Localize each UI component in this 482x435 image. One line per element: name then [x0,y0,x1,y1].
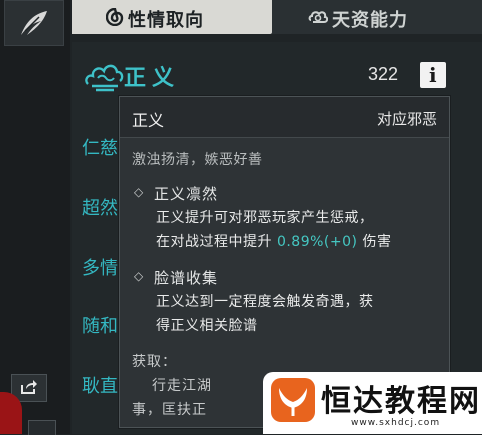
trait-item[interactable]: 多情 [82,254,118,280]
tab-talent[interactable]: 天资能力 [272,0,482,34]
tooltip-description: 激浊扬清，嫉恶好善 [132,152,263,168]
avatar[interactable] [4,0,64,46]
whale-tail-icon [279,388,307,416]
line-text: 在对战过程中提升 [156,234,277,250]
diamond-bullet-icon: ◇ [134,185,144,199]
acquire-label: 获取： [132,354,177,370]
watermark: 恒达教程网 www.sxhdcj.com [263,372,482,434]
tooltip-header: 正义 对应邪恶 [120,97,449,138]
trait-item[interactable]: 耿直 [82,372,118,398]
acquire-line: 行走江湖 [152,378,212,394]
tab-bar: 性情取向 天资能力 [72,0,482,38]
trait-name: 正义 [124,65,181,91]
trait-item[interactable]: 仁慈 [82,134,118,160]
line-text: 伤害 [357,234,392,250]
acquire-line: 事，匡扶正 [132,402,207,418]
watermark-logo [271,378,315,422]
diamond-bullet-icon: ◇ [134,269,144,283]
tab-label: 天资能力 [332,10,408,31]
section-line: 正义达到一定程度会触发奇遇，获 [156,294,374,310]
tooltip-subtitle: 对应邪恶 [376,110,437,128]
info-icon: i [429,63,437,87]
section-line: 正义提升可对邪恶玩家产生惩戒， [156,210,374,226]
cloud-emblem-icon [85,64,124,92]
section-title: 脸谱收集 [154,269,219,287]
watermark-url: www.sxhdcj.com [351,418,441,428]
trait-header: 正义 [84,50,190,96]
trait-item[interactable]: 超然 [82,194,118,220]
feather-icon [21,11,47,35]
section-line: 在对战过程中提升 0.89%(+0) 伤害 [156,231,391,251]
trait-item[interactable]: 随和 [82,312,118,338]
tab-label: 性情取向 [128,10,204,31]
share-icon [21,380,37,394]
cloud-swirl-icon [308,11,328,23]
left-sidebar [0,0,70,434]
swirl-icon [106,8,124,26]
damage-bonus-value: 0.89%(+0) [276,234,358,250]
info-button[interactable]: i [420,62,446,88]
tooltip-title: 正义 [132,111,165,130]
section-line: 得正义相关脸谱 [156,318,258,334]
tab-disposition[interactable]: 性情取向 [72,0,272,34]
section-title: 正义凛然 [154,185,219,203]
corner-button[interactable] [28,420,56,435]
trait-value: 322 [368,64,399,84]
watermark-text: 恒达教程网 [321,384,481,419]
